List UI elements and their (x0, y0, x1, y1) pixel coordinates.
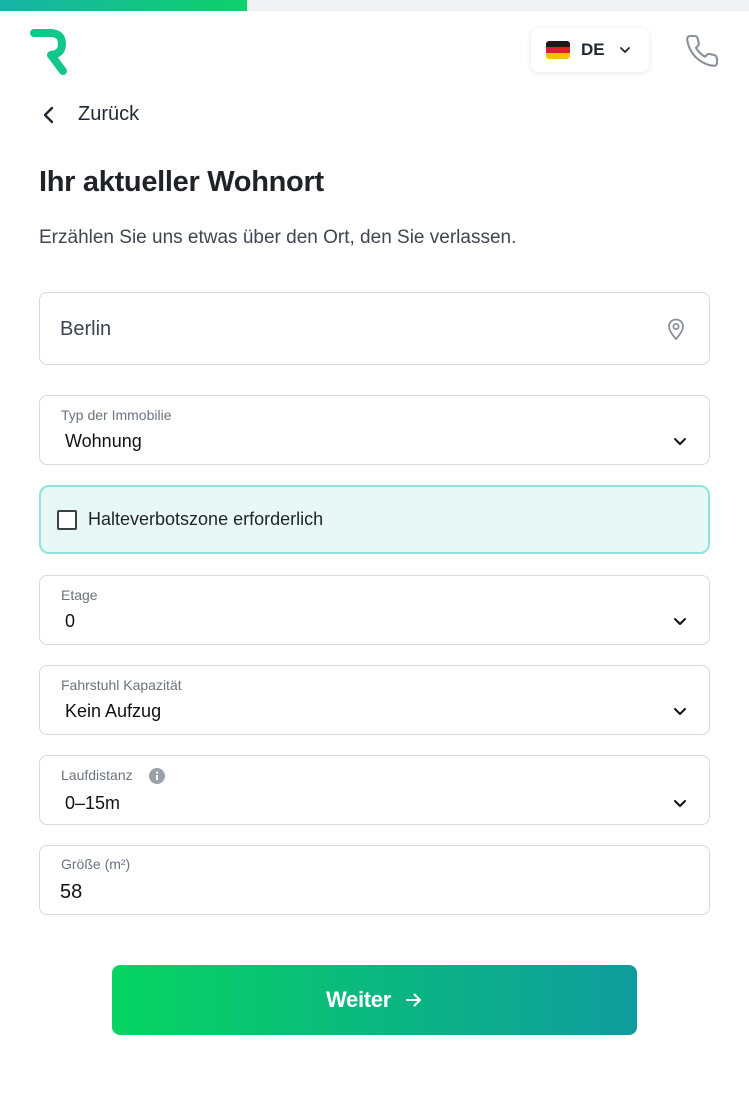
location-input[interactable] (60, 318, 640, 341)
next-button[interactable]: Weiter (112, 965, 637, 1035)
germany-flag-icon (546, 41, 570, 59)
no-parking-zone-label: Halteverbotszone erforderlich (88, 509, 324, 529)
location-pin-icon (668, 318, 684, 340)
no-parking-zone-checkbox[interactable] (57, 509, 77, 530)
walking-distance-value: 0–15m (65, 793, 121, 813)
next-button-label: Weiter (325, 987, 392, 1012)
page-subtitle: Erzählen Sie uns etwas über den Ort, den… (39, 227, 517, 248)
walking-distance-label: Laufdistanz (61, 767, 133, 783)
floor-label: Etage (61, 587, 98, 603)
location-field[interactable] (39, 292, 710, 365)
no-parking-zone-option[interactable]: Halteverbotszone erforderlich (39, 485, 710, 554)
floor-value: 0 (65, 611, 76, 631)
chevron-down-icon (674, 800, 686, 807)
property-type-label: Typ der Immobilie (61, 407, 172, 423)
language-code: DE (581, 40, 605, 59)
arrow-right-icon (406, 993, 422, 1007)
floor-select[interactable]: Etage 0 (39, 575, 710, 645)
property-type-select[interactable]: Typ der Immobilie Wohnung (39, 395, 710, 465)
page-title: Ihr aktueller Wohnort (39, 166, 324, 198)
chevron-left-icon (43, 106, 54, 123)
back-button[interactable]: Zurück (40, 103, 139, 126)
phone-icon[interactable] (683, 33, 721, 69)
size-input-field[interactable]: Größe (m²) 58 (39, 845, 710, 915)
progress-fill (0, 0, 248, 11)
back-label: Zurück (78, 103, 140, 125)
info-icon[interactable] (149, 768, 165, 784)
elevator-value: Kein Aufzug (65, 701, 162, 721)
chevron-down-icon (674, 708, 686, 715)
elevator-label: Fahrstuhl Kapazität (61, 677, 182, 693)
size-label: Größe (m²) (61, 856, 131, 872)
language-selector[interactable]: DE (531, 28, 649, 72)
progress-bar (0, 0, 749, 11)
property-type-value: Wohnung (65, 431, 142, 451)
elevator-select[interactable]: Fahrstuhl Kapazität Kein Aufzug (39, 665, 710, 735)
chevron-down-icon (674, 618, 686, 625)
brand-logo[interactable] (28, 27, 70, 77)
walking-distance-select[interactable]: Laufdistanz 0–15m (39, 755, 710, 825)
chevron-down-icon (619, 47, 630, 53)
size-value[interactable]: 58 (60, 881, 82, 904)
chevron-down-icon (674, 438, 686, 445)
